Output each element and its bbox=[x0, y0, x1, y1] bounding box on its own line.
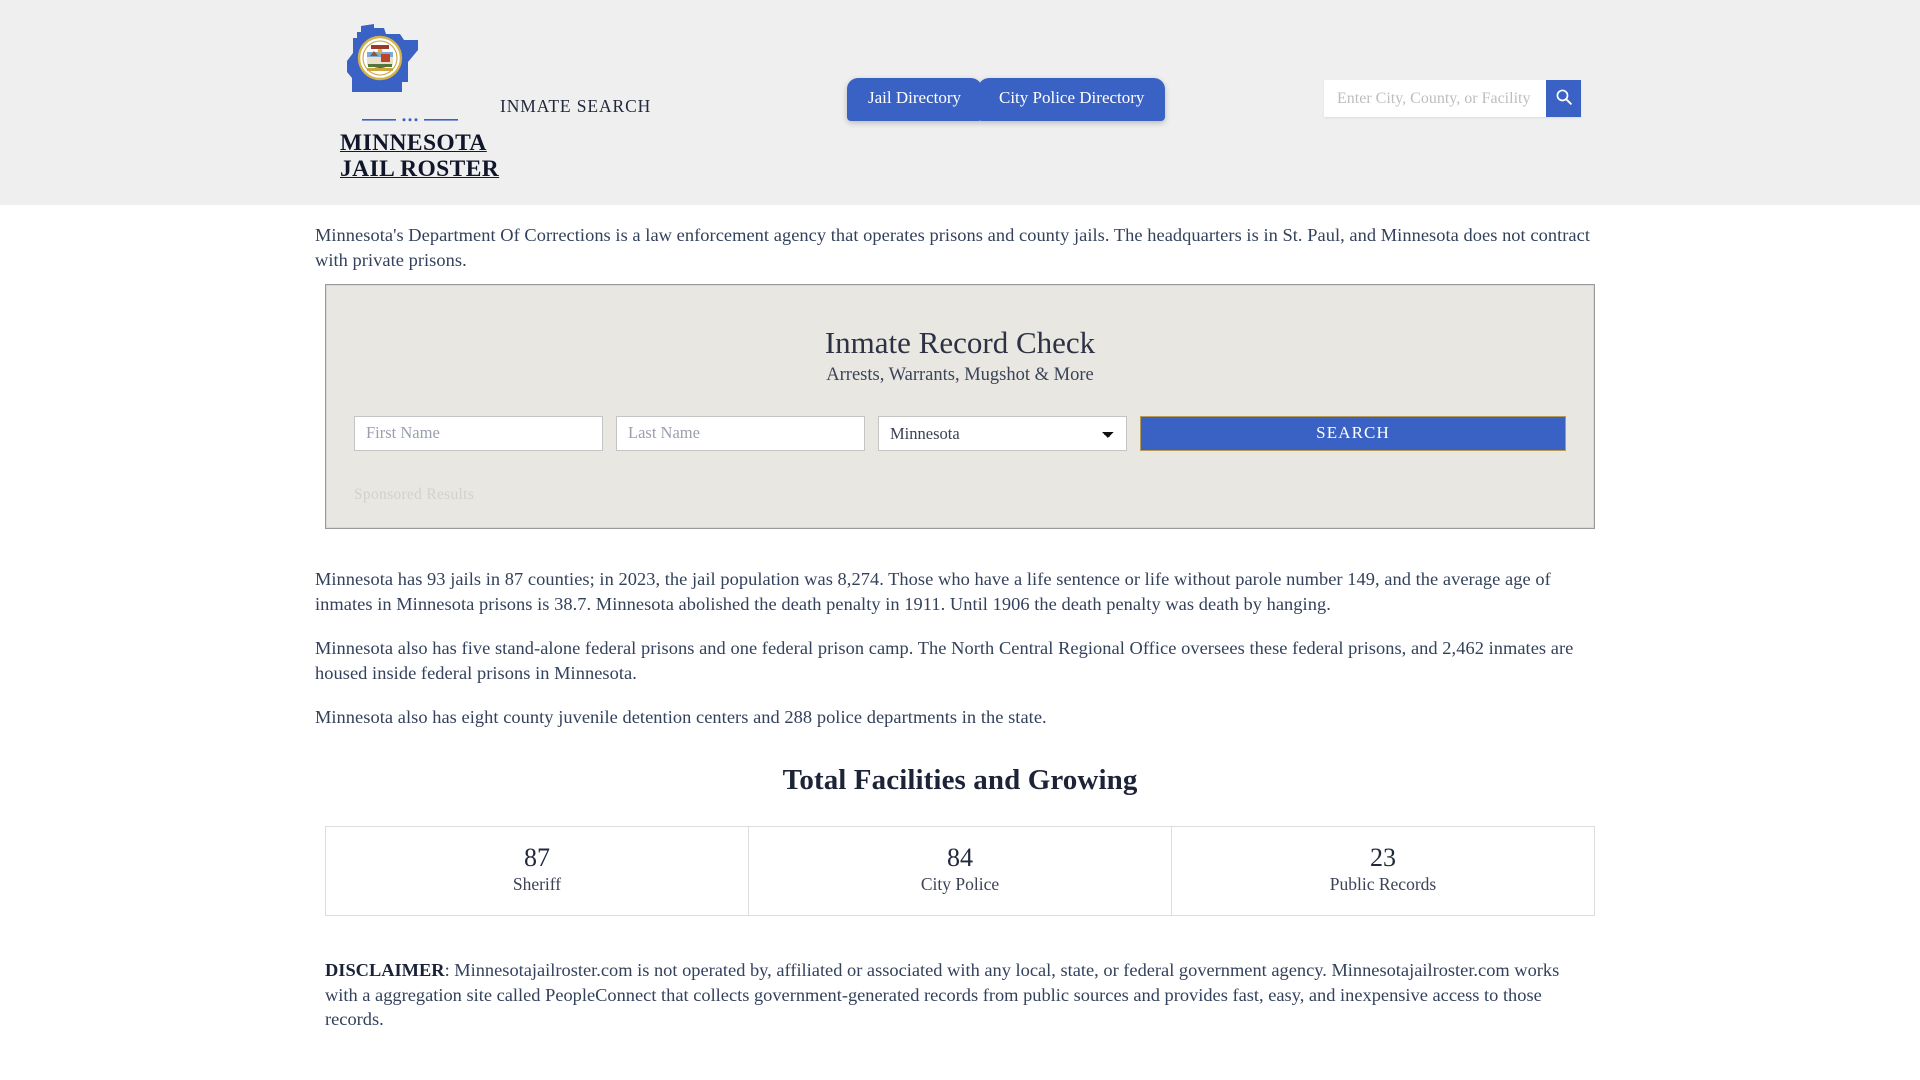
main-content: Minnesota's Department Of Corrections is… bbox=[315, 205, 1605, 1032]
facility-stats-row: 87 Sheriff 84 City Police 23 Public Reco… bbox=[325, 825, 1595, 917]
header-inner: MINNESOTA JAIL ROSTER INMATE SEARCH Jail… bbox=[315, 0, 1605, 205]
stat-cell-city-police[interactable]: 84 City Police bbox=[749, 826, 1172, 916]
last-name-input[interactable] bbox=[616, 415, 865, 451]
site-header: MINNESOTA JAIL ROSTER INMATE SEARCH Jail… bbox=[0, 0, 1920, 205]
logo-divider-rule bbox=[362, 112, 458, 129]
disclaimer-prefix: DISCLAIMER bbox=[325, 960, 445, 981]
brand-name-line1: MINNESOTA bbox=[340, 130, 487, 156]
primary-nav: Jail Directory City Police Directory bbox=[847, 78, 1166, 121]
site-tagline: INMATE SEARCH bbox=[500, 96, 652, 116]
header-search-button[interactable] bbox=[1546, 80, 1581, 117]
stat-label: Sheriff bbox=[512, 874, 562, 895]
first-name-input[interactable] bbox=[354, 415, 603, 451]
paragraph-federal-prisons: Minnesota also has five stand-alone fede… bbox=[315, 638, 1574, 683]
header-search-input[interactable] bbox=[1324, 80, 1546, 117]
state-select[interactable]: Minnesota bbox=[878, 415, 1127, 451]
stat-number: 84 bbox=[947, 842, 973, 872]
minnesota-state-seal-icon bbox=[340, 20, 480, 112]
paragraph-juvenile-centers: Minnesota also has eight county juvenile… bbox=[315, 707, 1047, 727]
stat-number: 87 bbox=[524, 842, 550, 872]
sponsored-results-label: Sponsored Results bbox=[354, 485, 475, 503]
stats-heading: Total Facilities and Growing bbox=[782, 763, 1138, 796]
site-logo-link[interactable]: MINNESOTA JAIL ROSTER bbox=[340, 20, 499, 182]
disclaimer-body: : Minnesotajailroster.com is not operate… bbox=[325, 960, 1560, 1030]
brand-name-line2: JAIL ROSTER bbox=[340, 156, 500, 182]
nav-tab-city-police-directory[interactable]: City Police Directory bbox=[978, 78, 1166, 121]
stat-label: Public Records bbox=[1329, 874, 1437, 895]
intro-paragraph: Minnesota's Department Of Corrections is… bbox=[315, 225, 1590, 270]
record-card-subtitle: Arrests, Warrants, Mugshot & More bbox=[826, 364, 1094, 385]
inmate-record-check-card: Inmate Record Check Arrests, Warrants, M… bbox=[325, 284, 1595, 529]
record-card-title: Inmate Record Check bbox=[824, 325, 1096, 360]
header-search bbox=[1324, 80, 1581, 117]
stat-number: 23 bbox=[1370, 842, 1396, 872]
search-icon bbox=[1555, 88, 1573, 109]
nav-tab-jail-directory[interactable]: Jail Directory bbox=[847, 78, 982, 121]
record-search-button[interactable]: SEARCH bbox=[1140, 415, 1566, 451]
record-search-form: Minnesota SEARCH bbox=[354, 415, 1566, 451]
stat-cell-sheriff[interactable]: 87 Sheriff bbox=[326, 826, 749, 916]
stat-cell-public-records[interactable]: 23 Public Records bbox=[1172, 827, 1594, 916]
disclaimer-text: DISCLAIMER: Minnesotajailroster.com is n… bbox=[325, 958, 1595, 1032]
paragraph-jail-stats: Minnesota has 93 jails in 87 counties; i… bbox=[315, 569, 1551, 614]
stat-label: City Police bbox=[920, 874, 1000, 895]
